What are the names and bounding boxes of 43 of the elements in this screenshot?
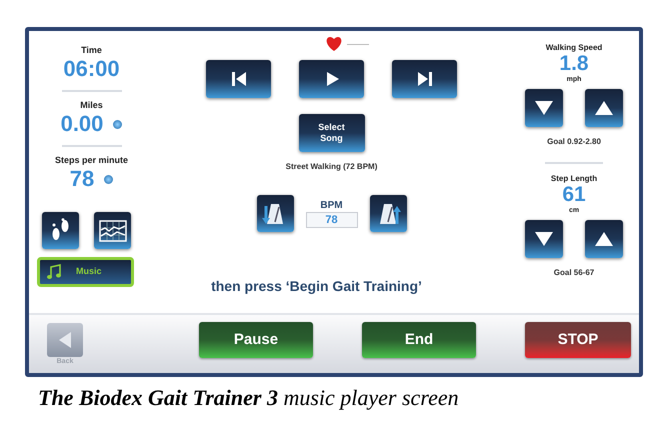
action-button[interactable]: Pause bbox=[199, 322, 313, 358]
goal-text: Goal 0.92-2.80 bbox=[547, 136, 601, 148]
metric-label: Time bbox=[81, 45, 102, 56]
metric-label: Miles bbox=[80, 100, 103, 111]
metric-label: Step Length bbox=[550, 174, 598, 184]
metric-value: 61 bbox=[562, 184, 586, 206]
goal-text: Goal 56-67 bbox=[554, 267, 594, 279]
bpm-value: 78 bbox=[306, 212, 358, 228]
increase-button[interactable] bbox=[585, 220, 623, 258]
metric-value: 0.00 bbox=[60, 111, 104, 137]
footsteps-button[interactable] bbox=[42, 212, 79, 249]
up-arrow-icon bbox=[594, 100, 614, 116]
up-arrow-icon bbox=[594, 231, 614, 247]
down-arrow-icon bbox=[534, 231, 554, 247]
figure-caption: The Biodex Gait Trainer 3 music player screen bbox=[38, 384, 459, 412]
decrease-button[interactable] bbox=[525, 220, 563, 258]
heart-icon bbox=[324, 36, 342, 52]
instruction-text: then press ‘Begin Gait Training’ bbox=[211, 277, 422, 296]
metric-value: 78 bbox=[70, 166, 94, 192]
music-button[interactable]: Music bbox=[37, 257, 134, 287]
metric-label: Walking Speed bbox=[546, 43, 602, 53]
music-note-icon bbox=[46, 264, 62, 280]
metric-value: 06:00 bbox=[63, 56, 120, 82]
play-button[interactable] bbox=[299, 60, 364, 98]
metric-label: Steps per minute bbox=[54, 155, 128, 166]
tempo-up-button[interactable] bbox=[370, 195, 406, 232]
graph-button[interactable] bbox=[94, 212, 131, 249]
next-button[interactable] bbox=[392, 60, 457, 98]
metric-value: 1.8 bbox=[559, 53, 589, 75]
stop-button[interactable]: STOP bbox=[525, 322, 631, 358]
select-song-button[interactable]: Select Song bbox=[298, 114, 364, 152]
decrease-button[interactable] bbox=[525, 89, 563, 127]
previous-icon bbox=[230, 70, 248, 88]
down-arrow-icon bbox=[534, 100, 554, 116]
song-title: Street Walking (72 BPM) bbox=[286, 161, 378, 173]
tempo-down-button[interactable] bbox=[256, 195, 294, 232]
increase-button[interactable] bbox=[585, 89, 623, 127]
back-arrow-icon bbox=[58, 330, 72, 348]
chart-icon bbox=[98, 220, 126, 242]
action-button[interactable]: End bbox=[362, 322, 476, 358]
bpm-label: BPM bbox=[320, 200, 343, 212]
previous-button[interactable] bbox=[206, 60, 271, 98]
next-icon bbox=[416, 70, 434, 88]
